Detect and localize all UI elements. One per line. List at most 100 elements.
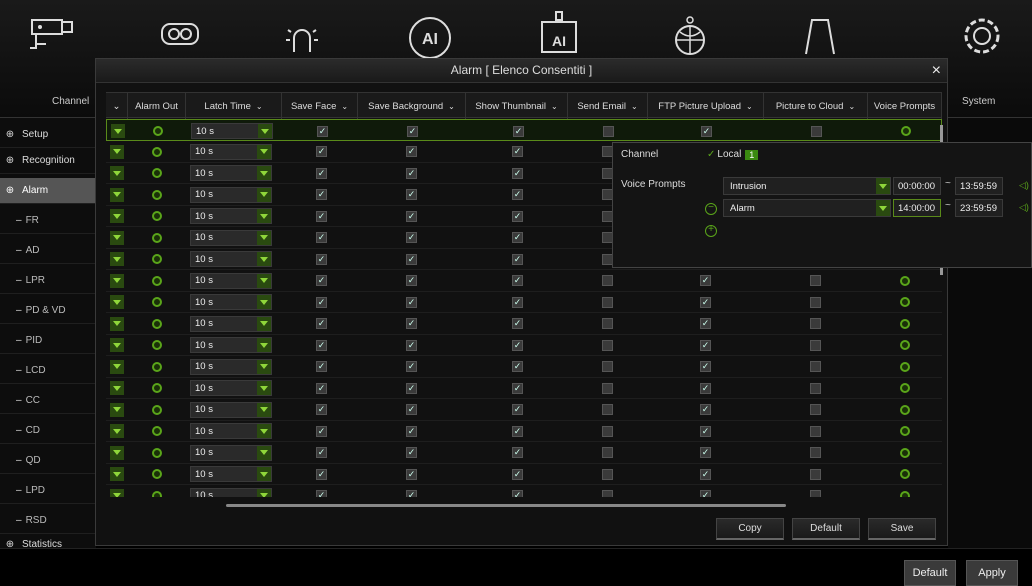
latch-time-select[interactable]: 10 s <box>190 143 272 160</box>
top-nav-label-channel[interactable]: Channel <box>52 96 89 107</box>
save-background-checkbox[interactable] <box>406 490 417 497</box>
voice-prompts-cell[interactable] <box>900 337 910 353</box>
column-header-send-email[interactable]: Send Email ⌄ <box>568 93 648 119</box>
storage-icon[interactable] <box>790 8 850 64</box>
save-face-checkbox[interactable] <box>316 232 327 243</box>
default-button[interactable]: Default <box>904 560 956 586</box>
sidebar-item-rsd[interactable]: RSD <box>0 508 96 534</box>
save-background-checkbox[interactable] <box>406 275 417 286</box>
picture-to-cloud-checkbox[interactable] <box>810 361 821 372</box>
voice-prompts-cell[interactable] <box>900 466 910 482</box>
show-thumbnail-checkbox[interactable] <box>512 210 523 222</box>
show-thumbnail-checkbox[interactable] <box>512 296 523 308</box>
settings-icon[interactable] <box>153 126 163 136</box>
row-select-cell[interactable] <box>110 316 124 332</box>
sidebar-item-lpr[interactable]: LPR <box>0 268 96 294</box>
alarm-out-cell[interactable] <box>152 208 162 224</box>
send-email-checkbox[interactable] <box>602 318 613 329</box>
picture-to-cloud-checkbox[interactable] <box>810 275 821 286</box>
save-background-checkbox[interactable] <box>406 404 417 415</box>
table-row[interactable]: 10 s <box>106 485 942 497</box>
apply-button[interactable]: Apply <box>966 560 1018 586</box>
show-thumbnail-checkbox[interactable] <box>512 189 523 200</box>
latch-time-select[interactable]: 10 s <box>190 487 272 497</box>
settings-icon[interactable] <box>152 340 162 350</box>
ftp-upload-checkbox[interactable] <box>700 404 711 415</box>
save-background-checkbox[interactable] <box>406 468 417 480</box>
save-face-checkbox[interactable] <box>316 318 327 329</box>
latch-time-select[interactable]: 10 s <box>190 294 272 310</box>
latch-time-select[interactable]: 10 s <box>190 186 272 203</box>
alarm-out-cell[interactable] <box>152 359 162 375</box>
voice-prompts-cell[interactable] <box>900 402 910 418</box>
row-select-cell[interactable] <box>110 251 124 267</box>
send-email-checkbox[interactable] <box>602 296 613 308</box>
send-email-checkbox[interactable] <box>602 275 613 286</box>
alarm-out-cell[interactable] <box>152 466 162 482</box>
alarm-out-cell[interactable] <box>152 165 162 181</box>
send-email-checkbox[interactable] <box>602 361 613 372</box>
settings-icon[interactable] <box>152 361 162 372</box>
ftp-upload-checkbox[interactable] <box>700 425 711 437</box>
dropdown-arrow-icon[interactable] <box>110 359 124 374</box>
latch-time-select[interactable]: 10 s <box>191 123 273 139</box>
settings-icon[interactable] <box>152 383 162 393</box>
row-select-cell[interactable] <box>110 165 124 181</box>
remove-prompt-icon[interactable]: − <box>705 203 717 215</box>
picture-to-cloud-checkbox[interactable] <box>810 447 821 458</box>
prompt-end-time-2[interactable]: 23:59:59 <box>955 199 1003 217</box>
sidebar-item-pd-vd[interactable]: PD & VD <box>0 298 96 324</box>
save-background-checkbox[interactable] <box>406 210 417 222</box>
latch-time-select[interactable]: 10 s <box>190 358 272 375</box>
send-email-checkbox[interactable] <box>602 490 613 497</box>
dropdown-arrow-icon[interactable] <box>110 424 124 438</box>
voice-prompts-cell[interactable] <box>900 380 910 396</box>
send-email-checkbox[interactable] <box>603 125 614 137</box>
save-face-checkbox[interactable] <box>316 447 327 458</box>
save-background-checkbox[interactable] <box>406 296 417 308</box>
picture-to-cloud-checkbox[interactable] <box>810 404 821 415</box>
show-thumbnail-checkbox[interactable] <box>512 490 523 497</box>
copy-button[interactable]: Copy <box>716 518 784 540</box>
settings-icon[interactable] <box>152 211 162 221</box>
dropdown-arrow-icon[interactable] <box>110 209 124 223</box>
dropdown-arrow-icon[interactable] <box>110 488 124 497</box>
alarm-out-cell[interactable] <box>153 123 163 139</box>
show-thumbnail-checkbox[interactable] <box>512 232 523 243</box>
row-select-cell[interactable] <box>110 402 124 418</box>
save-face-checkbox[interactable] <box>316 490 327 497</box>
settings-icon[interactable] <box>900 490 910 497</box>
show-thumbnail-checkbox[interactable] <box>512 318 523 329</box>
ftp-upload-checkbox[interactable] <box>700 382 711 394</box>
default-button[interactable]: Default <box>792 518 860 540</box>
ftp-upload-checkbox[interactable] <box>700 447 711 458</box>
sidebar-item-alarm[interactable]: ⊕ Alarm <box>0 178 96 204</box>
save-face-checkbox[interactable] <box>316 210 327 222</box>
settings-icon[interactable] <box>152 404 162 415</box>
voice-prompts-cell[interactable] <box>900 316 910 332</box>
save-button[interactable]: Save <box>868 518 936 540</box>
row-select-cell[interactable] <box>110 337 124 353</box>
show-thumbnail-checkbox[interactable] <box>513 125 524 137</box>
channel-local-checkbox[interactable]: ✓ Local 1 <box>707 149 759 160</box>
save-background-checkbox[interactable] <box>406 447 417 458</box>
prompt-select-1[interactable]: Intrusion <box>723 177 891 195</box>
save-face-checkbox[interactable] <box>316 253 327 265</box>
ai-device-icon[interactable]: AI <box>528 8 588 64</box>
sidebar-item-lcd[interactable]: LCD <box>0 358 96 384</box>
table-row[interactable]: 10 s <box>106 463 942 485</box>
alarm-out-cell[interactable] <box>152 316 162 332</box>
sidebar-item-cd[interactable]: CD <box>0 418 96 444</box>
voice-prompts-cell[interactable] <box>900 273 910 289</box>
picture-to-cloud-checkbox[interactable] <box>810 318 821 329</box>
save-face-checkbox[interactable] <box>316 361 327 372</box>
sidebar-item-pid[interactable]: PID <box>0 328 96 354</box>
settings-icon[interactable] <box>152 318 162 329</box>
save-background-checkbox[interactable] <box>406 146 417 157</box>
save-background-checkbox[interactable] <box>406 189 417 200</box>
settings-icon[interactable] <box>900 426 910 436</box>
add-prompt-icon[interactable]: + <box>705 225 717 237</box>
speaker-icon[interactable]: ◁) <box>1019 202 1029 213</box>
save-face-checkbox[interactable] <box>317 125 328 137</box>
dropdown-arrow-icon[interactable] <box>110 338 124 352</box>
